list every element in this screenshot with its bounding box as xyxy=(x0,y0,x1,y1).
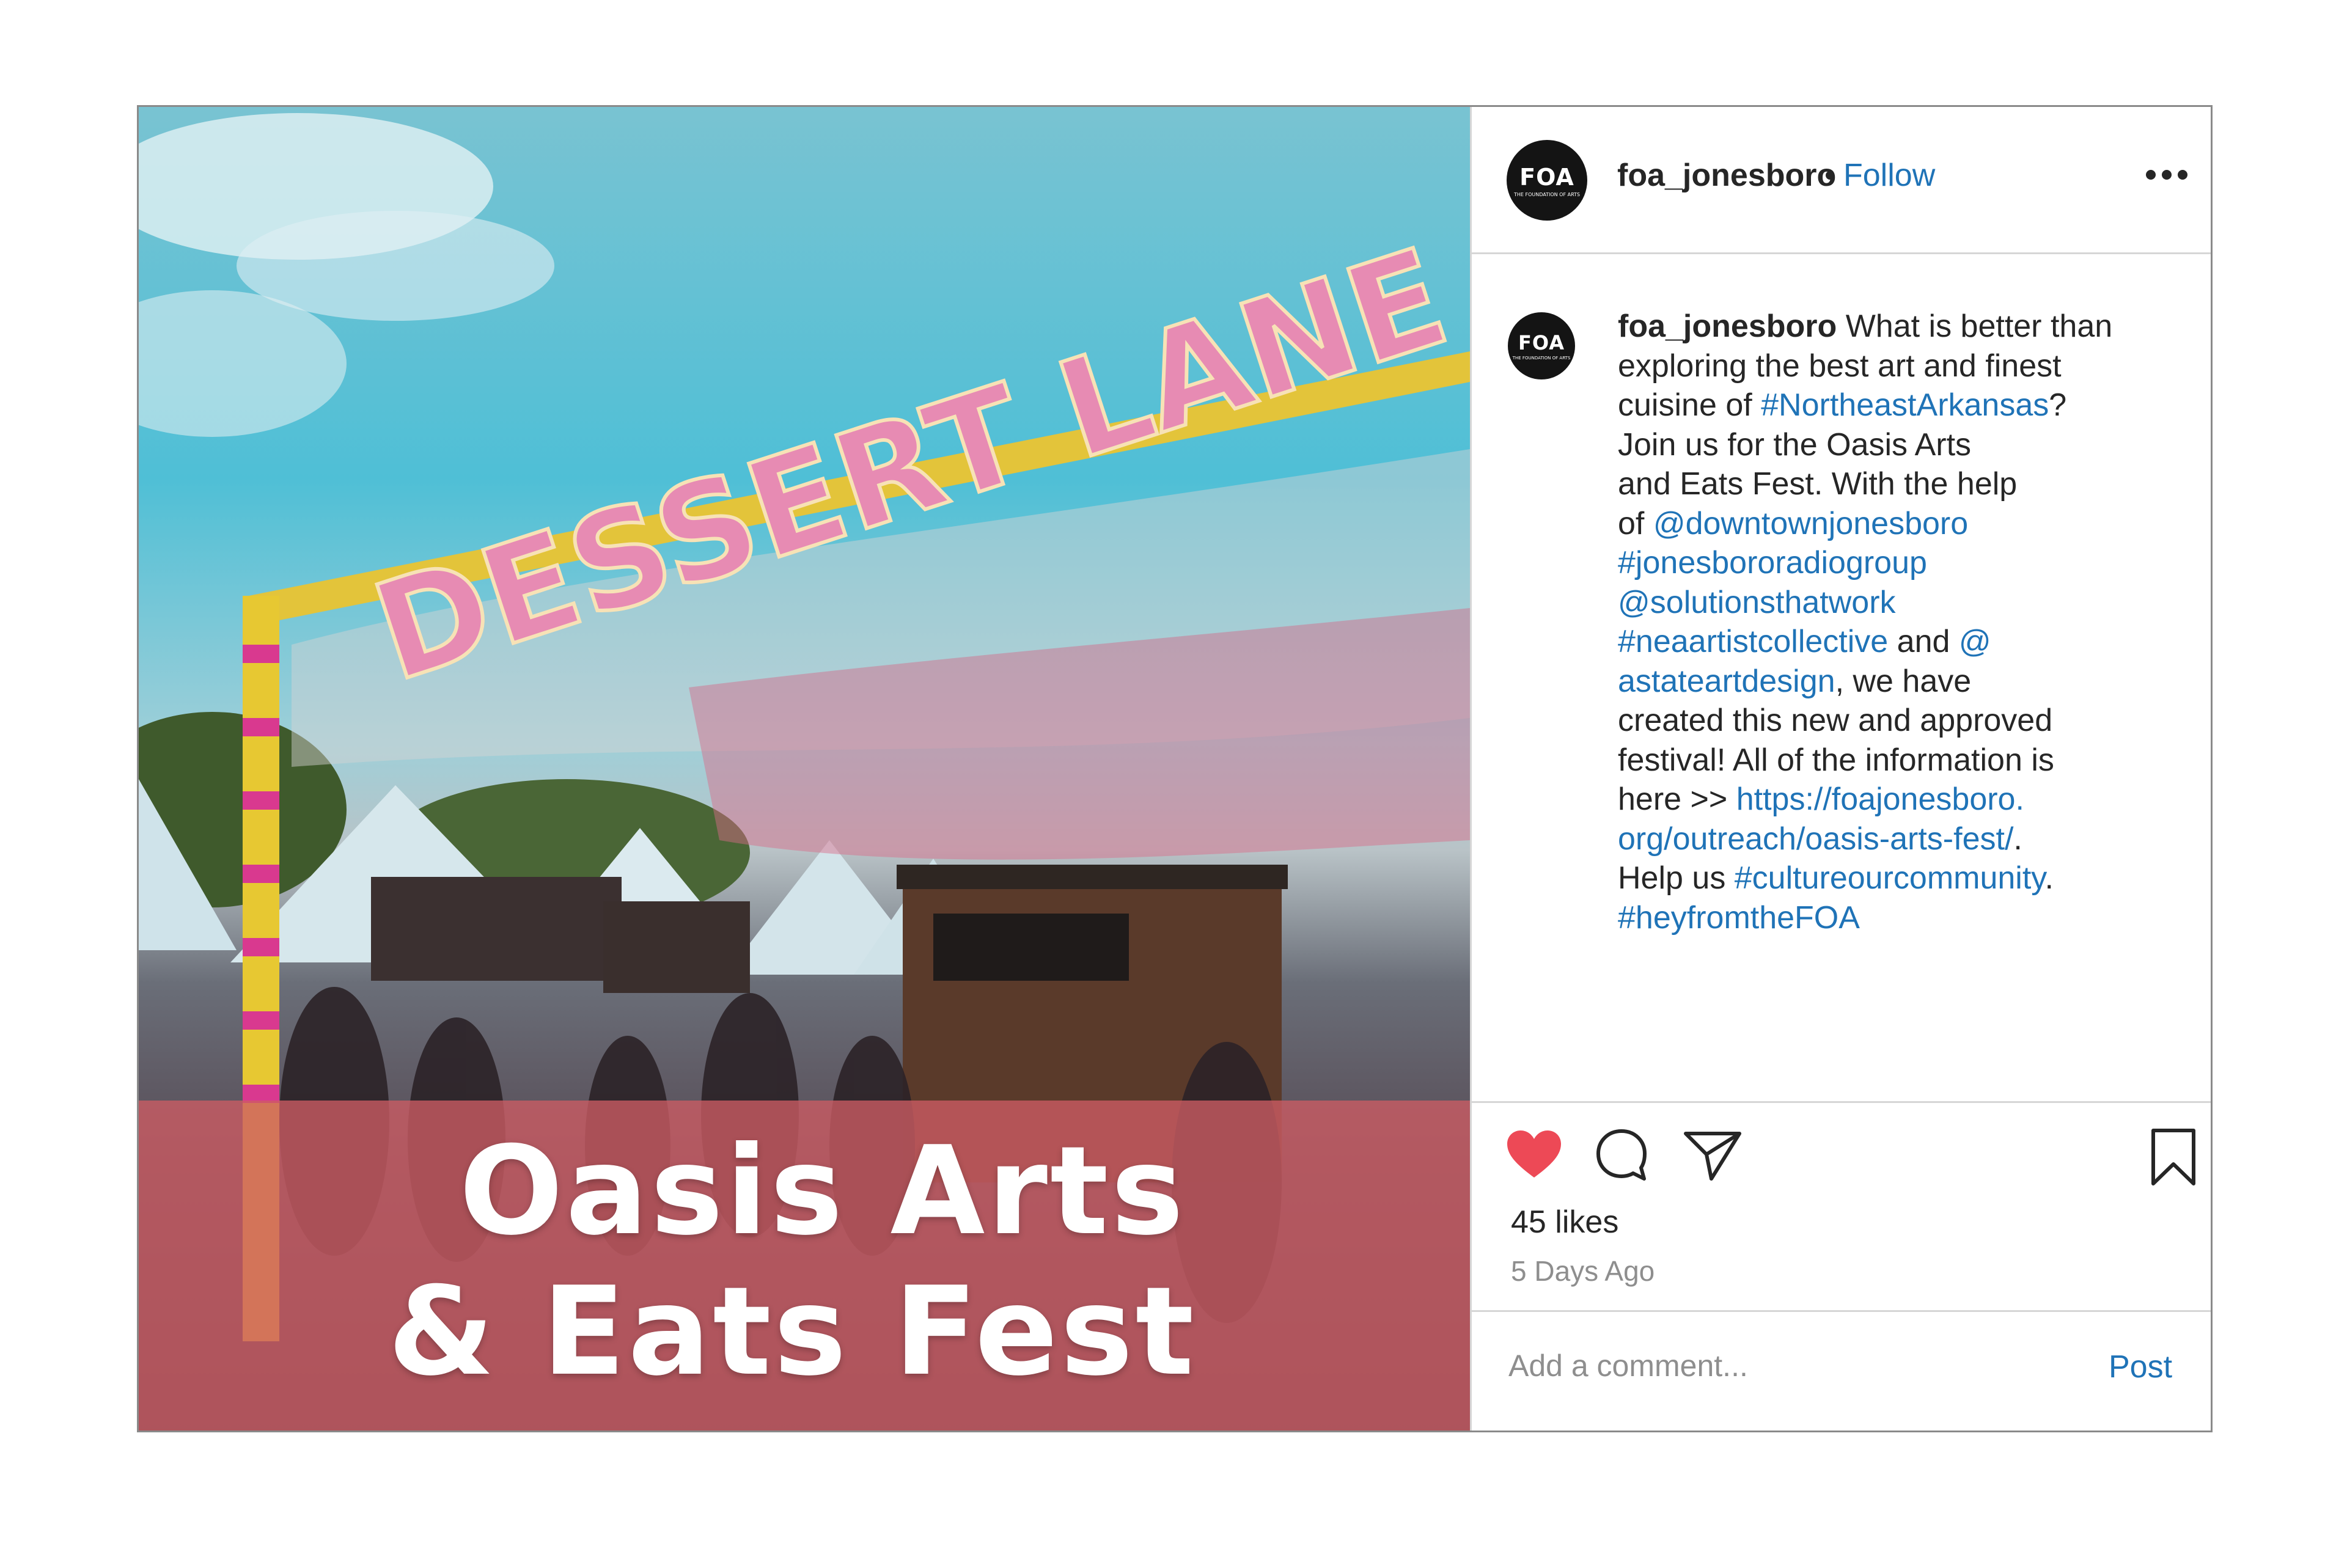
caption-link[interactable]: #jonesbororadiogroup xyxy=(1618,545,1927,581)
image-title-overlay: Oasis Arts & Eats Fest xyxy=(139,1121,1470,1402)
avatar-logo-mark: FOA xyxy=(1519,163,1574,191)
caption-link[interactable]: #heyfromtheFOA xyxy=(1618,900,1860,936)
avatar-logo-subtitle: THE FOUNDATION OF ARTS xyxy=(1513,191,1581,197)
caption-segment: . xyxy=(2044,860,2054,896)
overlay-line-2: & Eats Fest xyxy=(387,1261,1197,1403)
actions-divider xyxy=(1472,1101,2211,1103)
caption-text: foa_jonesboro What is better than explor… xyxy=(1618,307,2186,937)
dot-icon xyxy=(2178,170,2187,180)
caption-link[interactable]: #NortheastArkansas xyxy=(1761,387,2049,423)
post-image[interactable]: DESSERT LANE Oasis Arts & Eats Fest xyxy=(139,107,1470,1431)
avatar-logo-mark: FOA xyxy=(1518,331,1565,354)
likes-count[interactable]: 45 likes xyxy=(1511,1204,1618,1240)
comment-divider xyxy=(1472,1310,2211,1312)
caption-link[interactable]: @downtownjonesboro xyxy=(1653,506,1968,541)
caption-link[interactable]: #neaartistcollective xyxy=(1618,624,1888,659)
header-username[interactable]: foa_jonesboro xyxy=(1617,157,1836,194)
avatar-logo-subtitle: THE FOUNDATION OF ARTS xyxy=(1512,356,1571,361)
dot-icon xyxy=(2162,170,2172,180)
add-comment-input[interactable] xyxy=(1508,1341,2059,1390)
caption-link[interactable]: @solutionsthatwork xyxy=(1618,585,1896,620)
heart-icon[interactable] xyxy=(1505,1129,1563,1180)
follow-button[interactable]: Follow xyxy=(1843,157,1935,194)
post-timestamp[interactable]: 5 Days Ago xyxy=(1511,1255,1655,1288)
paper-plane-icon[interactable] xyxy=(1683,1130,1742,1181)
caption-avatar[interactable]: FOA THE FOUNDATION OF ARTS xyxy=(1508,312,1575,379)
avatar[interactable]: FOA THE FOUNDATION OF ARTS xyxy=(1507,140,1587,221)
header-divider xyxy=(1472,252,2211,254)
caption-segment: and xyxy=(1888,624,1959,659)
more-options-button[interactable] xyxy=(2146,166,2191,184)
overlay-line-1: Oasis Arts xyxy=(459,1120,1186,1262)
comment-icon[interactable] xyxy=(1594,1127,1649,1182)
instagram-post-card: DESSERT LANE Oasis Arts & Eats Fest FOA … xyxy=(137,105,2213,1432)
post-side-panel: FOA THE FOUNDATION OF ARTS foa_jonesboro… xyxy=(1470,107,2211,1431)
bookmark-icon[interactable] xyxy=(2150,1127,2197,1187)
header-separator: • xyxy=(1824,158,1836,193)
dot-icon xyxy=(2146,170,2156,180)
caption-username[interactable]: foa_jonesboro xyxy=(1618,309,1837,344)
post-comment-button[interactable]: Post xyxy=(2109,1349,2172,1385)
caption-link[interactable]: #cultureourcommunity xyxy=(1735,860,2045,896)
